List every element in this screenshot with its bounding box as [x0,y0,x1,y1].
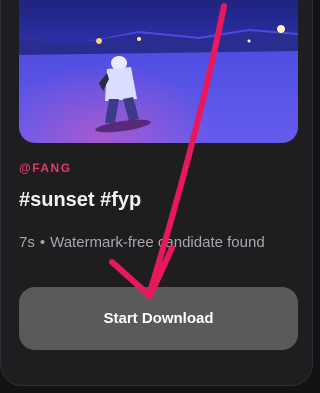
start-download-button[interactable]: Start Download [19,287,298,350]
video-meta: 7s • Watermark-free candidate found [19,234,265,251]
video-title: #sunset #fyp [19,189,142,211]
meta-separator: • [39,234,46,251]
watermark-status: Watermark-free candidate found [50,234,265,251]
video-thumbnail[interactable] [19,0,298,143]
video-card: @FANG #sunset #fyp 7s • Watermark-free can… [0,0,313,386]
video-duration: 7s [19,234,35,251]
thumbnail-image [19,0,298,143]
video-author: @FANG [19,161,72,175]
download-screen: @FANG #sunset #fyp 7s • Watermark-free can… [0,0,315,393]
